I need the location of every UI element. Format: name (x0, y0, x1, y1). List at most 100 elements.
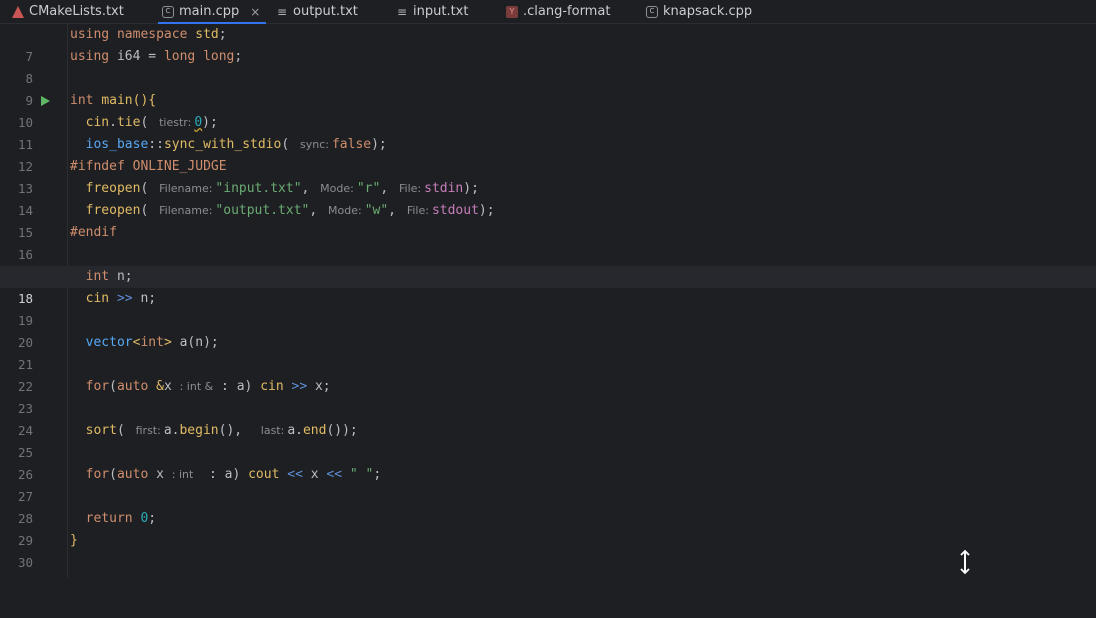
class-name: ios_base (85, 137, 149, 152)
keyword: long (163, 49, 196, 64)
preprocessor-directive: #endif (70, 225, 117, 240)
code-line[interactable]: 25 sort( first: a.begin(), last: a.end()); (0, 420, 1096, 460)
string-literal: "w" (364, 203, 389, 218)
function-name: sort (85, 423, 117, 438)
code-text: a. (287, 423, 303, 438)
operator: >> (116, 291, 133, 306)
function-name: freopen (85, 203, 141, 218)
keyword: auto (116, 379, 149, 394)
identifier: cout (248, 467, 280, 482)
punct: :: (148, 137, 164, 152)
keyword: int (70, 93, 94, 108)
current-code-line[interactable]: 18 int n; (0, 266, 1096, 306)
type-hint: : int (171, 468, 194, 481)
parameter-hint: Filename: (159, 204, 213, 217)
code-line[interactable]: 8 using i64 = long long; (0, 46, 1096, 86)
editor-tab-bar: CMakeLists.txt C main.cpp × ≡ output.txt… (0, 0, 1096, 24)
code-line[interactable]: 7 using namespace std; (0, 24, 1096, 64)
code-line[interactable]: 20 (0, 310, 1096, 350)
code-line[interactable]: 13 #ifndef ONLINE_JUDGE (0, 156, 1096, 196)
keyword: int (140, 335, 164, 350)
method-name: begin (179, 423, 219, 438)
operator: & (156, 379, 164, 394)
tab-cmakelists[interactable]: CMakeLists.txt (12, 0, 124, 23)
cpp-file-icon: C (162, 5, 174, 18)
tab-knapsack-cpp[interactable]: C knapsack.cpp (646, 0, 752, 23)
string-literal: "r" (356, 181, 381, 196)
keyword: int (85, 269, 110, 284)
punct: ); (371, 137, 387, 152)
code-text: a(n); (171, 335, 219, 350)
parameter-hint: last: (260, 424, 285, 437)
function-name: sync_with_stdio (163, 137, 282, 152)
punct: } (70, 533, 78, 548)
cmake-icon (12, 5, 24, 18)
code-text: n; (109, 269, 133, 284)
tab-input-txt[interactable]: ≡ input.txt (396, 0, 469, 23)
code-line[interactable]: 15 freopen( Filename: "output.txt", Mode:… (0, 200, 1096, 240)
function-name: freopen (85, 181, 141, 196)
code-line[interactable]: 16 #endif (0, 222, 1096, 262)
tab-label: CMakeLists.txt (29, 3, 124, 19)
close-tab-icon[interactable]: × (250, 4, 260, 20)
line-number: 30 (17, 555, 33, 570)
punct: ; (234, 49, 243, 64)
preprocessor-directive: #ifndef (70, 159, 125, 174)
tab-clang-format[interactable]: Y .clang-format (506, 0, 610, 23)
code-line[interactable]: 26 (0, 442, 1096, 482)
punct: (){ (132, 93, 157, 108)
punct: ; (373, 467, 382, 482)
code-editor[interactable]: 7 using namespace std; 8 using i64 = lon… (0, 24, 1096, 578)
punct: ; (218, 27, 227, 42)
type-alias: i64 (116, 49, 141, 64)
class-name: vector (85, 335, 133, 350)
code-line[interactable]: 30 } (0, 530, 1096, 570)
identifier: cin (85, 115, 110, 130)
code-line[interactable]: 11 cin.tie( tiestr: 0); (0, 112, 1096, 152)
code-line[interactable]: 29 return 0; (0, 508, 1096, 548)
code-line[interactable]: 12 ios_base::sync_with_stdio( sync: false… (0, 134, 1096, 174)
text-file-icon: ≡ (276, 4, 288, 19)
function-name: tie (116, 115, 141, 130)
run-icon[interactable] (41, 96, 50, 106)
parameter-hint: File: (399, 182, 422, 195)
identifier: cin (85, 291, 110, 306)
code-line[interactable]: 23 for(auto &x : int & : a) cin >> x; (0, 376, 1096, 416)
code-line[interactable]: 24 (0, 398, 1096, 438)
code-line[interactable]: 28 (0, 486, 1096, 526)
code-line[interactable]: 27 for(auto x : int : a) cout << x << " … (0, 464, 1096, 504)
tab-label: input.txt (413, 3, 469, 19)
code-line[interactable]: 22 (0, 354, 1096, 394)
code-text: : a) (213, 379, 261, 394)
punct: ()); (326, 423, 358, 438)
parameter-hint: first: (135, 424, 161, 437)
punct: ( (109, 467, 117, 482)
cpp-file-icon: C (646, 5, 658, 18)
code-text: n; (132, 291, 157, 306)
punct: (), (218, 423, 250, 438)
code-line[interactable]: 14 freopen( Filename: "input.txt", Mode: "… (0, 178, 1096, 218)
keyword: return (85, 511, 133, 526)
code-text: : a) (193, 467, 249, 482)
tab-label: output.txt (293, 3, 358, 19)
code-line[interactable]: 17 (0, 244, 1096, 284)
punct: ( (140, 181, 157, 196)
keyword: for (85, 467, 110, 482)
number-literal: 0 (194, 115, 203, 130)
punct: ); (478, 203, 495, 218)
parameter-hint: sync: (300, 138, 329, 151)
macro-name: ONLINE_JUDGE (132, 159, 227, 174)
identifier: cin (260, 379, 284, 394)
parameter-hint: Mode: (328, 204, 362, 217)
tab-output-txt[interactable]: ≡ output.txt (276, 0, 358, 23)
string-literal: "input.txt" (215, 181, 302, 196)
code-line[interactable]: 21 vector<int> a(n); (0, 332, 1096, 372)
code-line[interactable]: 19 cin >> n; (0, 288, 1096, 328)
code-line[interactable]: 10 int main(){ (0, 90, 1096, 130)
punct: ; (148, 511, 157, 526)
keyword: false (331, 137, 372, 152)
text-cursor-icon (960, 549, 970, 575)
tab-main-cpp[interactable]: C main.cpp × (157, 0, 267, 24)
keyword: for (85, 379, 110, 394)
code-line[interactable]: 9 (0, 68, 1096, 108)
